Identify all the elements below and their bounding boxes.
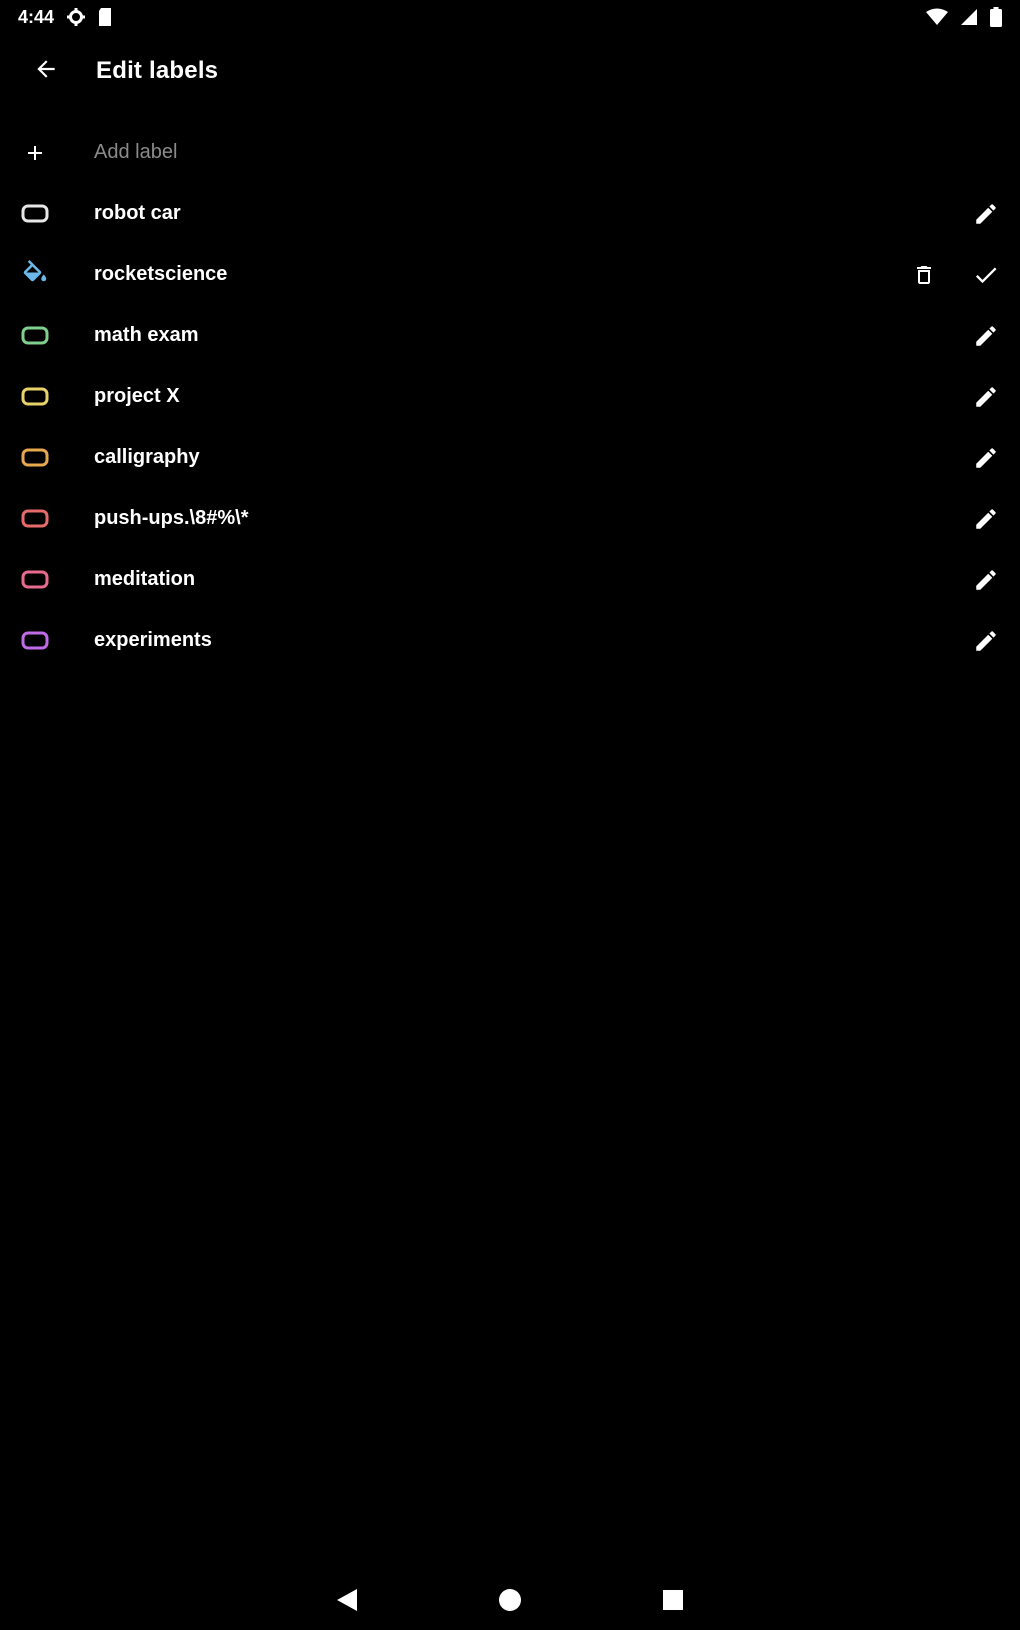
- label-row-experiments[interactable]: experiments: [0, 610, 1020, 671]
- page-title: Edit labels: [96, 57, 219, 84]
- navigation-bar: [0, 1570, 1020, 1630]
- pencil-icon[interactable]: [968, 562, 1004, 598]
- label-row-push-ups[interactable]: push-ups.\8#%\*: [0, 488, 1020, 549]
- row-actions: [968, 562, 1004, 598]
- label-outline-icon: [17, 379, 53, 415]
- row-actions: [968, 196, 1004, 232]
- row-actions: [968, 318, 1004, 354]
- arrow-back-icon: [33, 56, 59, 87]
- app-bar: Edit labels: [0, 34, 1020, 108]
- status-left: 4:44: [18, 7, 114, 28]
- cell-signal-icon: [960, 8, 978, 26]
- nav-back-triangle-icon[interactable]: [329, 1582, 365, 1618]
- add-label-row[interactable]: Add label: [0, 122, 1020, 183]
- label-outline-icon: [17, 440, 53, 476]
- label-name: push-ups.\8#%\*: [94, 507, 249, 529]
- label-row-calligraphy[interactable]: calligraphy: [0, 427, 1020, 488]
- label-row-rocketscience[interactable]: rocketscience: [0, 244, 1020, 305]
- label-row-robot-car[interactable]: robot car: [0, 183, 1020, 244]
- row-actions: [968, 501, 1004, 537]
- trash-icon[interactable]: [906, 257, 942, 293]
- label-colour-icon[interactable]: [17, 257, 53, 293]
- battery-icon: [990, 7, 1002, 27]
- pencil-icon[interactable]: [968, 318, 1004, 354]
- add-label-input[interactable]: Add label: [94, 141, 177, 164]
- label-name: project X: [94, 385, 180, 407]
- label-outline-icon: [17, 501, 53, 537]
- status-time: 4:44: [18, 6, 55, 27]
- wifi-icon: [926, 8, 948, 26]
- label-outline-icon: [17, 196, 53, 232]
- nav-home-circle-icon[interactable]: [492, 1582, 528, 1618]
- storage-icon: [98, 7, 114, 27]
- plus-icon[interactable]: [17, 135, 53, 171]
- label-outline-icon: [17, 623, 53, 659]
- label-name: robot car: [94, 202, 181, 224]
- row-actions: [968, 440, 1004, 476]
- pencil-icon[interactable]: [968, 379, 1004, 415]
- label-name: calligraphy: [94, 446, 200, 468]
- pencil-icon[interactable]: [968, 501, 1004, 537]
- label-name-input[interactable]: rocketscience: [94, 263, 227, 286]
- label-row-meditation[interactable]: meditation: [0, 549, 1020, 610]
- pencil-icon[interactable]: [968, 623, 1004, 659]
- settings-icon: [66, 7, 86, 27]
- label-outline-icon: [17, 562, 53, 598]
- label-name: experiments: [94, 629, 212, 651]
- nav-recents-square-icon[interactable]: [655, 1582, 691, 1618]
- status-right: [926, 7, 1002, 27]
- row-actions: [968, 623, 1004, 659]
- label-name: math exam: [94, 324, 199, 346]
- back-button[interactable]: [18, 43, 74, 99]
- label-row-math-exam[interactable]: math exam: [0, 305, 1020, 366]
- pencil-icon[interactable]: [968, 196, 1004, 232]
- label-row-project-x[interactable]: project X: [0, 366, 1020, 427]
- label-list: Add label robot car rocketscience math e…: [0, 122, 1020, 671]
- pencil-icon[interactable]: [968, 440, 1004, 476]
- status-bar: 4:44: [0, 0, 1020, 34]
- check-icon[interactable]: [968, 257, 1004, 293]
- label-name: meditation: [94, 568, 196, 590]
- label-outline-icon: [17, 318, 53, 354]
- row-actions: [968, 379, 1004, 415]
- row-actions: [906, 257, 1004, 293]
